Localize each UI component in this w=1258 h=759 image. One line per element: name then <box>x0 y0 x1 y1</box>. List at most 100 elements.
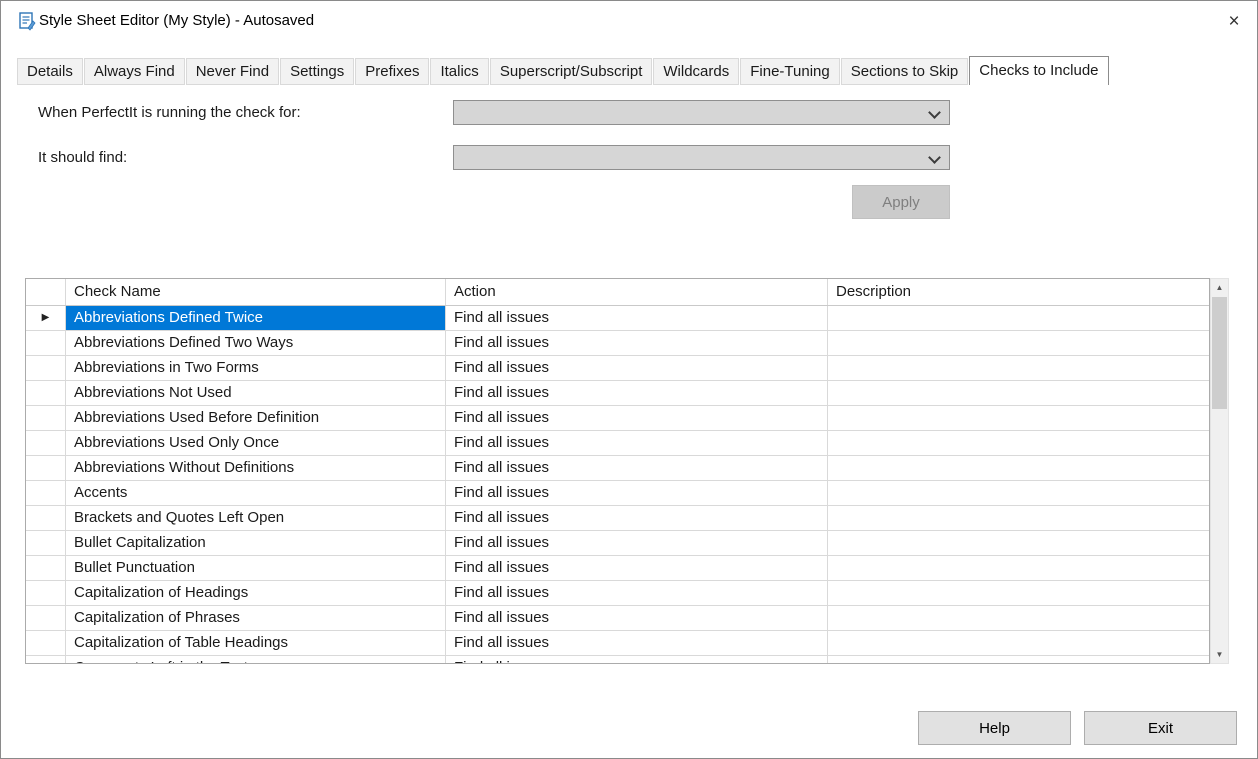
action-cell[interactable]: Find all issues <box>446 431 828 455</box>
description-cell[interactable] <box>828 331 1209 355</box>
row-selector[interactable] <box>26 356 66 380</box>
table-row[interactable]: AccentsFind all issues <box>26 481 1209 506</box>
check-name-cell[interactable]: Abbreviations Not Used <box>66 381 446 405</box>
tab-superscript-subscript[interactable]: Superscript/Subscript <box>490 58 653 85</box>
should-find-dropdown[interactable] <box>453 145 950 170</box>
description-cell[interactable] <box>828 506 1209 530</box>
description-cell[interactable] <box>828 656 1209 664</box>
tab-checks-to-include[interactable]: Checks to Include <box>969 56 1108 85</box>
row-selector[interactable] <box>26 406 66 430</box>
row-selector[interactable] <box>26 331 66 355</box>
row-selector[interactable] <box>26 606 66 630</box>
tab-wildcards[interactable]: Wildcards <box>653 58 739 85</box>
check-name-cell[interactable]: Bullet Punctuation <box>66 556 446 580</box>
table-row[interactable]: ▶Abbreviations Defined TwiceFind all iss… <box>26 306 1209 331</box>
check-name-cell[interactable]: Abbreviations Used Only Once <box>66 431 446 455</box>
table-row[interactable]: Abbreviations Used Before DefinitionFind… <box>26 406 1209 431</box>
action-cell[interactable]: Find all issues <box>446 381 828 405</box>
scrollbar-thumb[interactable] <box>1212 297 1227 409</box>
action-cell[interactable]: Find all issues <box>446 606 828 630</box>
description-cell[interactable] <box>828 381 1209 405</box>
check-name-cell[interactable]: Abbreviations Used Before Definition <box>66 406 446 430</box>
action-cell[interactable]: Find all issues <box>446 506 828 530</box>
check-name-cell[interactable]: Abbreviations Without Definitions <box>66 456 446 480</box>
tab-settings[interactable]: Settings <box>280 58 354 85</box>
check-name-cell[interactable]: Accents <box>66 481 446 505</box>
row-selector[interactable] <box>26 506 66 530</box>
action-cell[interactable]: Find all issues <box>446 406 828 430</box>
action-cell[interactable]: Find all issues <box>446 631 828 655</box>
table-row[interactable]: Bullet CapitalizationFind all issues <box>26 531 1209 556</box>
check-name-cell[interactable]: Abbreviations Defined Two Ways <box>66 331 446 355</box>
description-cell[interactable] <box>828 406 1209 430</box>
check-name-cell[interactable]: Abbreviations Defined Twice <box>66 306 446 330</box>
column-header-check-name[interactable]: Check Name <box>66 279 446 305</box>
table-row[interactable]: Abbreviations in Two FormsFind all issue… <box>26 356 1209 381</box>
action-cell[interactable]: Find all issues <box>446 456 828 480</box>
column-header-description[interactable]: Description <box>828 279 1209 305</box>
action-cell[interactable]: Find all issues <box>446 556 828 580</box>
description-cell[interactable] <box>828 631 1209 655</box>
check-name-cell[interactable]: Capitalization of Table Headings <box>66 631 446 655</box>
check-name-cell[interactable]: Capitalization of Headings <box>66 581 446 605</box>
tab-italics[interactable]: Italics <box>430 58 488 85</box>
table-row[interactable]: Abbreviations Used Only OnceFind all iss… <box>26 431 1209 456</box>
tab-prefixes[interactable]: Prefixes <box>355 58 429 85</box>
table-row[interactable]: Capitalization of Table HeadingsFind all… <box>26 631 1209 656</box>
description-cell[interactable] <box>828 306 1209 330</box>
scroll-up-icon[interactable]: ▲ <box>1211 279 1228 296</box>
row-selector[interactable] <box>26 381 66 405</box>
chevron-down-icon <box>928 151 941 164</box>
tab-details[interactable]: Details <box>17 58 83 85</box>
table-row[interactable]: Brackets and Quotes Left OpenFind all is… <box>26 506 1209 531</box>
row-selector[interactable] <box>26 556 66 580</box>
action-cell[interactable]: Find all issues <box>446 331 828 355</box>
column-header-action[interactable]: Action <box>446 279 828 305</box>
check-name-cell[interactable]: Capitalization of Phrases <box>66 606 446 630</box>
row-selector[interactable] <box>26 631 66 655</box>
action-cell[interactable]: Find all issues <box>446 656 828 664</box>
check-for-dropdown[interactable] <box>453 100 950 125</box>
row-selector[interactable] <box>26 431 66 455</box>
row-selector[interactable] <box>26 481 66 505</box>
row-selector[interactable] <box>26 531 66 555</box>
tab-always-find[interactable]: Always Find <box>84 58 185 85</box>
check-name-cell[interactable]: Comments Left in the Text <box>66 656 446 664</box>
description-cell[interactable] <box>828 481 1209 505</box>
tab-fine-tuning[interactable]: Fine-Tuning <box>740 58 839 85</box>
table-row[interactable]: Comments Left in the TextFind all issues <box>26 656 1209 664</box>
check-name-cell[interactable]: Brackets and Quotes Left Open <box>66 506 446 530</box>
description-cell[interactable] <box>828 606 1209 630</box>
action-cell[interactable]: Find all issues <box>446 356 828 380</box>
action-cell[interactable]: Find all issues <box>446 481 828 505</box>
row-selector[interactable] <box>26 456 66 480</box>
row-selector[interactable] <box>26 656 66 664</box>
close-button[interactable]: × <box>1221 9 1247 35</box>
action-cell[interactable]: Find all issues <box>446 581 828 605</box>
help-button[interactable]: Help <box>918 711 1071 745</box>
exit-button[interactable]: Exit <box>1084 711 1237 745</box>
action-cell[interactable]: Find all issues <box>446 306 828 330</box>
description-cell[interactable] <box>828 556 1209 580</box>
description-cell[interactable] <box>828 456 1209 480</box>
description-cell[interactable] <box>828 356 1209 380</box>
apply-button[interactable]: Apply <box>852 185 950 219</box>
tab-never-find[interactable]: Never Find <box>186 58 279 85</box>
table-scrollbar[interactable]: ▲ ▼ <box>1210 278 1229 664</box>
table-row[interactable]: Capitalization of HeadingsFind all issue… <box>26 581 1209 606</box>
description-cell[interactable] <box>828 531 1209 555</box>
description-cell[interactable] <box>828 581 1209 605</box>
row-selector[interactable]: ▶ <box>26 306 66 330</box>
table-row[interactable]: Abbreviations Defined Two WaysFind all i… <box>26 331 1209 356</box>
check-name-cell[interactable]: Bullet Capitalization <box>66 531 446 555</box>
table-row[interactable]: Abbreviations Without DefinitionsFind al… <box>26 456 1209 481</box>
description-cell[interactable] <box>828 431 1209 455</box>
scroll-down-icon[interactable]: ▼ <box>1211 646 1228 663</box>
table-row[interactable]: Abbreviations Not UsedFind all issues <box>26 381 1209 406</box>
tab-sections-to-skip[interactable]: Sections to Skip <box>841 58 969 85</box>
action-cell[interactable]: Find all issues <box>446 531 828 555</box>
table-row[interactable]: Capitalization of PhrasesFind all issues <box>26 606 1209 631</box>
table-row[interactable]: Bullet PunctuationFind all issues <box>26 556 1209 581</box>
row-selector[interactable] <box>26 581 66 605</box>
check-name-cell[interactable]: Abbreviations in Two Forms <box>66 356 446 380</box>
